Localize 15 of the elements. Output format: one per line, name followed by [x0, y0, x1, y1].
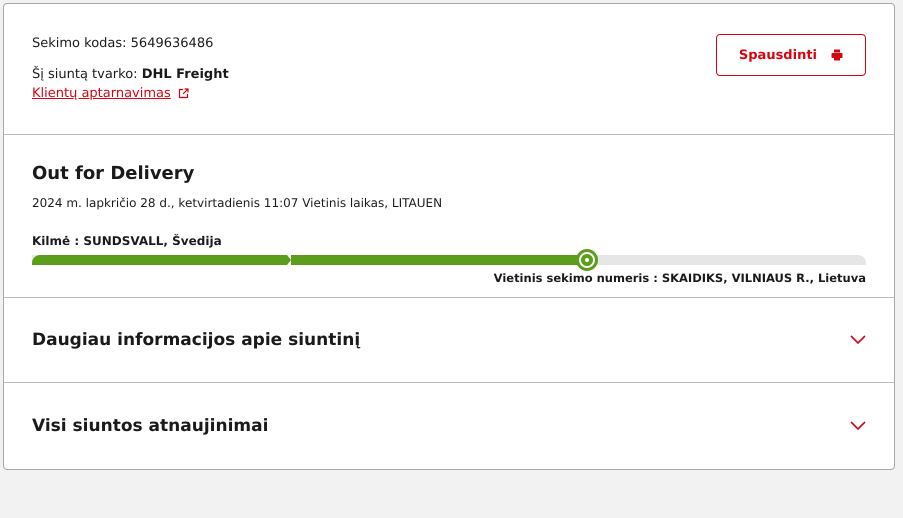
- print-button[interactable]: Spausdinti: [716, 34, 866, 76]
- section-title: Visi siuntos atnaujinimai: [32, 416, 268, 436]
- destination-label: Vietinis sekimo numeris : SKAIDIKS, VILNIAUS R., Lietuva: [492, 271, 866, 285]
- section-title: Daugiau informacijos apie siuntinį: [32, 330, 360, 350]
- accordion-header[interactable]: Daugiau informacijos apie siuntinį: [4, 298, 894, 383]
- external-link-icon: [178, 88, 189, 99]
- origin-label: Kilmė : SUNDSVALL, Švedija: [32, 234, 223, 248]
- status-title: Out for Delivery: [32, 163, 196, 184]
- printer-icon: [831, 49, 843, 61]
- current-stop-icon: [576, 249, 598, 271]
- tracking-code: Sekimo kodas: 5649636486: [32, 36, 214, 51]
- carrier-text: Šį siuntą tvarko: DHL Freight: [32, 67, 229, 82]
- status-timestamp: 2024 m. lapkričio 28 d., ketvirtadienis 11:07 Vietinis laikas, LITAUEN: [32, 196, 444, 210]
- customer-service-link[interactable]: Klientų aptarnavimas: [32, 86, 189, 101]
- accordion-header[interactable]: Visi siuntos atnaujinimai: [4, 383, 894, 469]
